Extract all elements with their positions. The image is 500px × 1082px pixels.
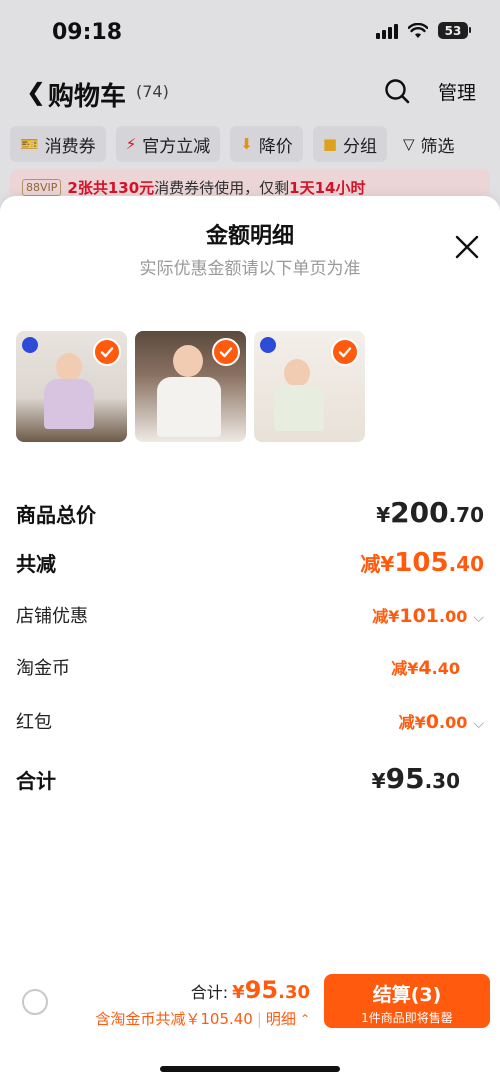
row-amount: ¥200.70 [376, 496, 484, 529]
sum-amount: ¥95.30 [232, 976, 310, 1004]
select-all-radio[interactable] [22, 989, 48, 1015]
row-label: 合计 [16, 769, 56, 793]
product-image-body [44, 379, 94, 429]
product-image [173, 345, 203, 377]
row-total-price: 商品总价 ¥200.70 [16, 496, 484, 529]
chevron-down-icon[interactable]: ⌵ [473, 610, 484, 626]
discount-summary[interactable]: 含淘金币共减￥105.40 | 明细 ⌃ [95, 1008, 310, 1029]
row-label: 店铺优惠 [16, 606, 88, 627]
sum-line: 合计: ¥95.30 [191, 976, 310, 1004]
row-amount: 减¥4.40 [391, 657, 460, 679]
row-label: 共减 [16, 552, 56, 576]
row-amount: ¥95.30 [371, 762, 460, 795]
row-sum: 合计 ¥95.30 [16, 762, 484, 795]
product-image-body [274, 385, 324, 431]
row-amount: 减¥101.00 ⌵ [372, 605, 484, 627]
chevron-down-icon[interactable]: ⌵ [473, 716, 484, 732]
amount-detail-sheet: 金额明细 实际优惠金额请以下单页为准 商品总价 ¥200.70 共减 减¥105… [0, 196, 500, 1082]
sheet-title: 金额明细 [205, 224, 294, 249]
product-thumb-1[interactable] [16, 331, 127, 442]
chevron-up-icon[interactable]: ⌃ [300, 1012, 310, 1026]
row-amount: 减¥0.00 ⌵ [398, 711, 484, 733]
checkout-label: 结算(3) [372, 984, 442, 1006]
product-thumb-2[interactable] [135, 331, 246, 442]
checkout-subtext: 1件商品即将售罄 [361, 1011, 453, 1025]
brand-logo [22, 337, 38, 353]
row-label: 淘金币 [16, 658, 70, 679]
check-icon[interactable] [212, 338, 240, 366]
home-indicator [160, 1066, 340, 1072]
row-coins: 淘金币 减¥4.40 [16, 654, 484, 680]
sheet-subtitle: 实际优惠金额请以下单页为准 [139, 259, 361, 279]
product-image [56, 353, 82, 381]
row-store-discount[interactable]: 店铺优惠 减¥101.00 ⌵ [16, 602, 484, 628]
checkout-bar: 合计: ¥95.30 含淘金币共减￥105.40 | 明细 ⌃ 结算(3) 1件… [0, 966, 500, 1082]
checkout-button[interactable]: 结算(3) 1件商品即将售罄 [324, 974, 490, 1028]
brand-logo [260, 337, 276, 353]
divider: | [256, 1009, 262, 1028]
product-image [284, 359, 310, 387]
check-icon[interactable] [93, 338, 121, 366]
check-icon[interactable] [331, 338, 359, 366]
close-icon[interactable] [454, 234, 480, 260]
discount-text: 含淘金币共减￥105.40 [95, 1010, 253, 1028]
row-red-packet[interactable]: 红包 减¥0.00 ⌵ [16, 708, 484, 734]
row-total-discount: 共减 减¥105.40 [16, 548, 484, 578]
product-thumb-3[interactable] [254, 331, 365, 442]
row-amount: 减¥105.40 [360, 548, 484, 578]
product-thumbnails [16, 331, 365, 442]
detail-link[interactable]: 明细 [266, 1008, 296, 1029]
row-label: 红包 [16, 712, 52, 733]
row-label: 商品总价 [16, 503, 96, 527]
product-image-body [157, 377, 221, 437]
sum-label: 合计: [190, 983, 229, 1002]
